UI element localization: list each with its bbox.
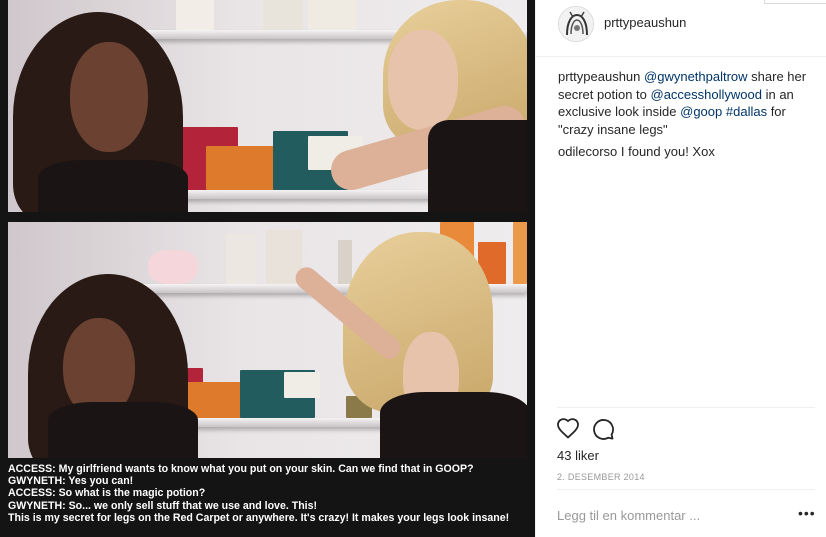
- video-still-1: [8, 0, 527, 212]
- actions-divider: [557, 407, 815, 408]
- comments-section: prttypeaushun @gwynethpaltrow share her …: [558, 68, 820, 166]
- caption-username[interactable]: prttypeaushun: [558, 69, 640, 84]
- video-subtitles: ACCESS: My girlfriend wants to know what…: [8, 463, 530, 524]
- header-username[interactable]: prttypeaushun: [604, 15, 686, 30]
- avatar-image: [559, 7, 593, 41]
- subtitle-line: GWYNETH: So... we only sell stuff that w…: [8, 499, 318, 512]
- mention-link[interactable]: @gwynethpaltrow: [644, 69, 748, 84]
- avatar[interactable]: [558, 6, 594, 42]
- more-options-icon[interactable]: •••: [798, 506, 816, 520]
- heart-icon[interactable]: [556, 417, 580, 441]
- comment-username[interactable]: odilecorso: [558, 144, 617, 159]
- subtitle-line: ACCESS: My girlfriend wants to know what…: [8, 463, 474, 475]
- add-comment-divider: [557, 489, 815, 490]
- subtitle-line: This is my secret for legs on the Red Ca…: [8, 511, 510, 524]
- add-comment-input[interactable]: [557, 505, 787, 525]
- likes-count[interactable]: 43 liker: [557, 448, 599, 463]
- subtitle-line: ACCESS: So what is the magic potion?: [8, 487, 206, 500]
- mention-link[interactable]: @accesshollywood: [651, 87, 762, 102]
- video-still-2: [8, 222, 527, 458]
- hashtag-link[interactable]: #dallas: [726, 104, 767, 119]
- comment-item: odilecorso I found you! Xox: [558, 143, 820, 161]
- post-header: prttypeaushun: [536, 0, 826, 57]
- comment-bubble-icon[interactable]: [591, 417, 615, 441]
- subtitle-line: GWYNETH: Yes you can!: [8, 475, 134, 488]
- comment-text: I found you! Xox: [617, 144, 715, 159]
- post-media[interactable]: ACCESS: My girlfriend wants to know what…: [0, 0, 535, 537]
- post-caption: prttypeaushun @gwynethpaltrow share her …: [558, 68, 820, 138]
- post-date: 2. DESEMBER 2014: [557, 472, 645, 482]
- mention-link[interactable]: @goop: [680, 104, 722, 119]
